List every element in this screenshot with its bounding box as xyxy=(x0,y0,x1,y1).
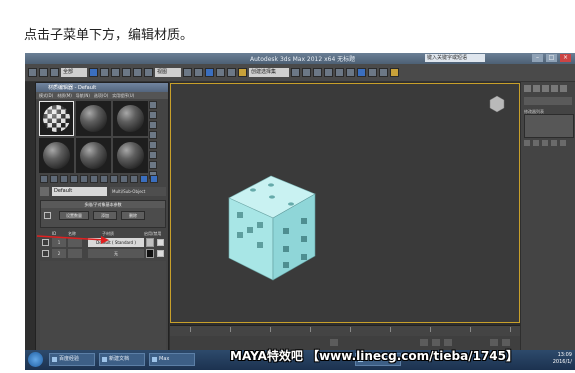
timeline-tick xyxy=(310,327,311,332)
modifier-stack[interactable] xyxy=(524,114,574,138)
sample-type-icon[interactable] xyxy=(149,101,157,109)
options-icon[interactable] xyxy=(149,161,157,169)
show-end-result-icon[interactable] xyxy=(533,140,539,146)
submaterial-color-swatch[interactable] xyxy=(146,249,154,258)
render-setup-icon[interactable] xyxy=(368,68,377,77)
pivot-icon[interactable] xyxy=(183,68,192,77)
window-title: Autodesk 3ds Max 2012 x64 无标题 xyxy=(250,56,356,63)
minimize-button[interactable]: – xyxy=(532,54,543,62)
submaterial-color-swatch[interactable] xyxy=(146,238,154,247)
system-clock[interactable]: 13:09 2016/1/ xyxy=(553,352,572,366)
viewport-canvas xyxy=(228,95,505,281)
slot-side-toolbar xyxy=(149,101,157,179)
pan-view-icon[interactable] xyxy=(502,339,510,346)
timeline-tick xyxy=(230,327,231,332)
key-mode-icon[interactable] xyxy=(420,339,428,346)
schematic-icon[interactable] xyxy=(346,68,355,77)
annotation-arrow-icon xyxy=(36,235,109,244)
material-editor-icon[interactable] xyxy=(357,68,366,77)
maximize-button[interactable]: □ xyxy=(546,54,557,62)
time-slider[interactable] xyxy=(170,325,520,336)
start-button[interactable] xyxy=(28,352,43,367)
make-preview-icon[interactable] xyxy=(149,151,157,159)
remove-modifier-icon[interactable] xyxy=(551,140,557,146)
timeline-tick xyxy=(350,327,351,332)
motion-tab-icon[interactable] xyxy=(551,85,558,92)
edit-named-selection-icon[interactable] xyxy=(238,68,247,77)
timeline-tick xyxy=(430,327,431,332)
pin-stack-icon[interactable] xyxy=(524,140,530,146)
curve-editor-icon[interactable] xyxy=(335,68,344,77)
named-selection-dropdown[interactable]: 创建选择集 xyxy=(249,68,289,77)
background-icon[interactable] xyxy=(149,121,157,129)
viewcube-icon xyxy=(489,95,505,113)
submaterial-enable-check[interactable] xyxy=(157,239,164,246)
backlight-icon[interactable] xyxy=(149,111,157,119)
go-to-parent-icon[interactable] xyxy=(140,175,148,183)
material-editor-body xyxy=(40,261,166,357)
make-unique-icon[interactable] xyxy=(542,140,548,146)
lock-selection-icon[interactable] xyxy=(330,339,338,346)
command-panel: 修改器列表 xyxy=(521,82,575,370)
angle-snap-icon[interactable] xyxy=(216,68,225,77)
perspective-viewport[interactable] xyxy=(170,83,520,323)
graphite-icon[interactable] xyxy=(324,68,333,77)
show-end-result-icon[interactable] xyxy=(130,175,138,183)
taskbar-item[interactable]: 新建文档 xyxy=(99,353,145,366)
watermark-text: MAYA特效吧 【www.linecg.com/tieba/1745】 xyxy=(230,349,519,363)
column-onoff: 启用/禁用 xyxy=(144,231,162,236)
timeline-tick xyxy=(270,327,271,332)
timeline-tick xyxy=(190,327,191,332)
modify-tab-icon[interactable] xyxy=(533,85,540,92)
rotate-icon[interactable] xyxy=(133,68,142,77)
help-search-input[interactable]: 键入关键字或短语 xyxy=(425,54,485,62)
play-icon[interactable] xyxy=(432,339,440,346)
caption-text: 点击子菜单下方，编辑材质。 xyxy=(24,28,194,43)
next-frame-icon[interactable] xyxy=(444,339,452,346)
timeline-tick xyxy=(510,327,511,332)
object-name-field[interactable] xyxy=(524,97,572,105)
video-check-icon[interactable] xyxy=(149,141,157,149)
clock-date: 2016/1/ xyxy=(552,359,572,365)
timeline-tick xyxy=(390,327,391,332)
scale-icon[interactable] xyxy=(144,68,153,77)
hierarchy-tab-icon[interactable] xyxy=(542,85,549,92)
max-screenshot: Autodesk 3ds Max 2012 x64 无标题 键入关键字或短语 –… xyxy=(25,53,575,370)
create-tab-icon[interactable] xyxy=(524,85,531,92)
reference-coordinate-dropdown[interactable]: 视图 xyxy=(155,68,181,77)
zoom-extents-icon[interactable] xyxy=(490,339,498,346)
uv-tiling-icon[interactable] xyxy=(149,131,157,139)
command-panel-tabs xyxy=(524,85,567,92)
configure-sets-icon[interactable] xyxy=(560,140,566,146)
submaterial-enable-check[interactable] xyxy=(157,250,164,257)
timeline-tick xyxy=(470,327,471,332)
snap-icon[interactable] xyxy=(205,68,214,77)
go-forward-sibling-icon[interactable] xyxy=(150,175,158,183)
mirror-icon[interactable] xyxy=(291,68,300,77)
taskbar-item[interactable]: Max xyxy=(149,353,195,366)
align-icon[interactable] xyxy=(302,68,311,77)
clock-time: 13:09 xyxy=(557,352,572,358)
stack-buttons xyxy=(524,140,566,146)
window-controls: – □ × xyxy=(532,54,571,62)
render-frame-icon[interactable] xyxy=(379,68,388,77)
render-icon[interactable] xyxy=(390,68,399,77)
taskbar-item[interactable]: 百度经验 xyxy=(49,353,95,366)
close-button[interactable]: × xyxy=(560,54,571,62)
layer-icon[interactable] xyxy=(313,68,322,77)
dice-cube xyxy=(228,175,316,281)
manipulate-icon[interactable] xyxy=(194,68,203,77)
display-tab-icon[interactable] xyxy=(560,85,567,92)
percent-snap-icon[interactable] xyxy=(227,68,236,77)
